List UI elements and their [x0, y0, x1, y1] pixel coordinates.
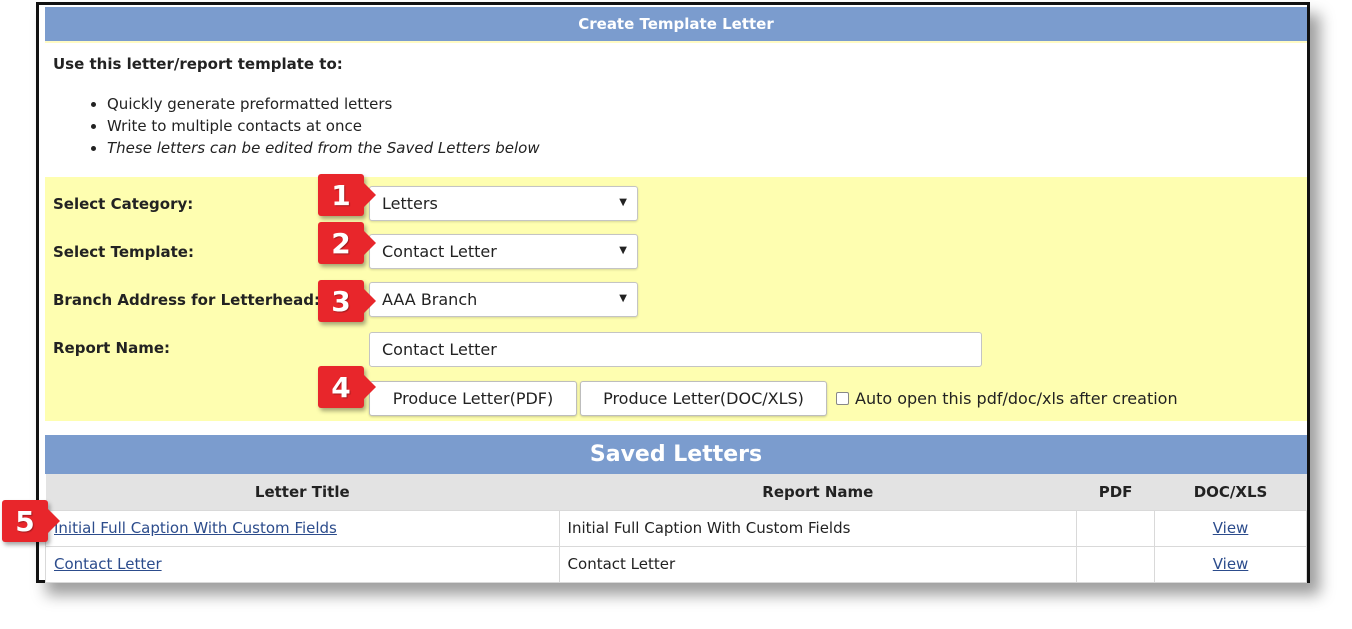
report-name-cell: Contact Letter	[558, 545, 1078, 583]
pdf-cell	[1076, 545, 1156, 583]
report-name-label: Report Name:	[53, 339, 171, 357]
branch-select-value: AAA Branch	[382, 290, 478, 309]
callout-badge-1: 1	[318, 174, 376, 216]
dropdown-arrow-icon: ▼	[619, 293, 627, 304]
column-header: PDF	[1076, 474, 1155, 510]
category-select-value: Letters	[382, 194, 438, 213]
auto-open-checkbox[interactable]	[836, 392, 849, 405]
pdf-cell	[1076, 509, 1156, 547]
branch-select[interactable]: AAA Branch ▼	[369, 282, 638, 317]
auto-open-label: Auto open this pdf/doc/xls after creatio…	[855, 389, 1178, 408]
intro-bullet: These letters can be edited from the Sav…	[107, 137, 540, 159]
report-name-cell: Initial Full Caption With Custom Fields	[558, 509, 1078, 547]
branch-label: Branch Address for Letterhead:	[53, 291, 320, 309]
view-doc-link[interactable]: View	[1213, 519, 1249, 537]
panel-header: Create Template Letter	[45, 7, 1307, 43]
produce-pdf-button[interactable]: Produce Letter(PDF)	[369, 381, 577, 416]
callout-badge-4: 4	[318, 366, 376, 408]
panel-title: Create Template Letter	[578, 15, 774, 33]
intro-bullet: Quickly generate preformatted letters	[107, 93, 540, 115]
produce-doc-button[interactable]: Produce Letter(DOC/XLS)	[580, 381, 827, 416]
table-row: Contact Letter Contact Letter View	[45, 545, 1307, 583]
intro-list: Quickly generate preformatted letters Wr…	[107, 93, 540, 159]
report-name-value: Contact Letter	[382, 340, 497, 359]
template-select-value: Contact Letter	[382, 242, 497, 261]
letter-title-link[interactable]: Contact Letter	[54, 555, 162, 573]
column-header: Letter Title	[45, 474, 560, 510]
report-name-input[interactable]: Contact Letter	[369, 332, 982, 367]
template-select[interactable]: Contact Letter ▼	[369, 234, 638, 269]
table-header-row: Letter Title Report Name PDF DOC/XLS	[45, 474, 1307, 510]
view-doc-link[interactable]: View	[1213, 555, 1249, 573]
column-header: DOC/XLS	[1154, 474, 1307, 510]
intro-section: Use this letter/report template to: Quic…	[45, 43, 1307, 177]
template-letter-panel: Create Template Letter Use this letter/r…	[36, 2, 1310, 583]
template-label: Select Template:	[53, 243, 194, 261]
table-row: Initial Full Caption With Custom Fields …	[45, 509, 1307, 547]
category-label: Select Category:	[53, 195, 194, 213]
letter-title-link[interactable]: Initial Full Caption With Custom Fields	[54, 519, 337, 537]
letter-title-cell: Contact Letter	[45, 545, 560, 583]
callout-badge-5: 5	[2, 500, 60, 542]
produce-pdf-label: Produce Letter(PDF)	[392, 389, 554, 408]
callout-badge-2: 2	[318, 222, 376, 264]
saved-letters-header: Saved Letters	[45, 435, 1307, 474]
doc-cell: View	[1154, 545, 1307, 583]
callout-badge-3: 3	[318, 280, 376, 322]
doc-cell: View	[1154, 509, 1307, 547]
dropdown-arrow-icon: ▼	[619, 197, 627, 208]
saved-letters-title: Saved Letters	[589, 442, 763, 467]
intro-bullet: Write to multiple contacts at once	[107, 115, 540, 137]
column-header: Report Name	[559, 474, 1077, 510]
dropdown-arrow-icon: ▼	[619, 245, 627, 256]
category-select[interactable]: Letters ▼	[369, 186, 638, 221]
letter-form: Select Category: Letters ▼ Select Templa…	[45, 177, 1307, 421]
produce-doc-label: Produce Letter(DOC/XLS)	[603, 389, 804, 408]
intro-heading: Use this letter/report template to:	[53, 55, 343, 73]
saved-letters-table: Letter Title Report Name PDF DOC/XLS Ini…	[45, 474, 1307, 583]
letter-title-cell: Initial Full Caption With Custom Fields	[45, 509, 560, 547]
